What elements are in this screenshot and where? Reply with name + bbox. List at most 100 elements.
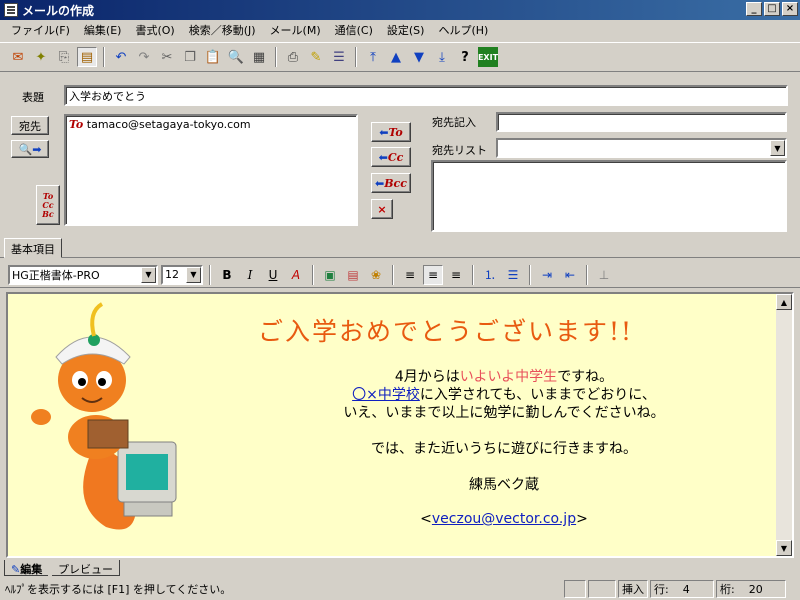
toolbar-separator	[586, 264, 588, 285]
find-icon[interactable]: 🔍	[226, 47, 246, 67]
indent-icon[interactable]: ⇥	[537, 265, 557, 285]
align-right-icon[interactable]: ≡	[446, 265, 466, 285]
exit-icon[interactable]: EXIT	[478, 47, 498, 67]
font-color-icon[interactable]: A	[286, 265, 306, 285]
body-line-4: では、また近いうちに遊びに行きますね。	[371, 441, 637, 457]
address-button[interactable]: 宛先	[11, 116, 49, 135]
bold-icon[interactable]: B	[217, 265, 237, 285]
palette-icon[interactable]: ❀	[366, 265, 386, 285]
outdent-icon[interactable]: ⇤	[560, 265, 580, 285]
title-bar: メールの作成 _ □ ×	[0, 0, 800, 20]
menu-mail[interactable]: メール(M)	[263, 22, 328, 38]
menu-format[interactable]: 書式(O)	[128, 22, 181, 38]
close-button[interactable]: ×	[782, 2, 798, 16]
font-select[interactable]: HG正楷書体-PRO ▼	[8, 264, 158, 285]
to-cc-bcc-switch-icon[interactable]: To Cc Bc	[36, 185, 60, 225]
background-icon[interactable]: ▤	[343, 265, 363, 285]
compose-window-icon	[4, 3, 18, 17]
paste-icon[interactable]: 📋	[203, 47, 223, 67]
tab-edit[interactable]: ✎編集	[4, 560, 49, 576]
row-indicator: 行: 4	[650, 580, 714, 598]
menu-file[interactable]: ファイル(F)	[4, 22, 77, 38]
new-icon[interactable]: ✦	[31, 47, 51, 67]
numbered-list-icon[interactable]: ⒈	[480, 265, 500, 285]
move-bottom-icon[interactable]: ⤓	[432, 47, 452, 67]
delete-recipient-button[interactable]: ×	[371, 199, 393, 219]
scroll-up-icon[interactable]: ▲	[776, 294, 792, 310]
align-left-icon[interactable]: ≡	[400, 265, 420, 285]
highlight-text: いよいよ中学生	[459, 369, 558, 385]
address-entry-input[interactable]	[496, 112, 787, 132]
signature-email-line: <veczou@vector.co.jp>	[420, 511, 588, 527]
toolbar-separator	[472, 264, 474, 285]
print-icon[interactable]: ⎙	[283, 47, 303, 67]
window-title: メールの作成	[22, 3, 95, 18]
address-list-box[interactable]	[431, 160, 787, 232]
redo-icon[interactable]: ↷	[134, 47, 154, 67]
address-book-icon[interactable]: ☰	[329, 47, 349, 67]
horizontal-rule-icon[interactable]: ⊥	[594, 265, 614, 285]
to-marker: To	[69, 118, 84, 131]
greeting-headline: ご入学おめでとうございます!!	[258, 317, 634, 346]
insert-mode-indicator: 挿入	[618, 580, 648, 598]
move-top-icon[interactable]: ⤒	[363, 47, 383, 67]
tab-preview[interactable]: プレビュー	[52, 560, 120, 576]
chevron-down-icon[interactable]: ▼	[186, 266, 201, 283]
move-up-icon[interactable]: ▲	[386, 47, 406, 67]
italic-icon[interactable]: I	[240, 265, 260, 285]
toolbar-separator	[529, 264, 531, 285]
add-cc-button[interactable]: ⬅ Cc	[371, 147, 411, 167]
email-link[interactable]: veczou@vector.co.jp	[432, 511, 576, 527]
school-link[interactable]: 〇×中学校	[352, 387, 420, 403]
menu-search[interactable]: 検索／移動(J)	[182, 22, 263, 38]
menu-comm[interactable]: 通信(C)	[328, 22, 380, 38]
edit-icon: ✎	[11, 563, 21, 576]
body-line-2: 〇×中学校に入学されても、いままでどおりに、	[352, 387, 656, 403]
address-search-icon[interactable]: 🔍➡	[11, 140, 49, 158]
font-size-select[interactable]: 12 ▼	[161, 264, 203, 285]
send-icon[interactable]: ✉	[8, 47, 28, 67]
underline-icon[interactable]: U	[263, 265, 283, 285]
minimize-button[interactable]: _	[746, 2, 762, 16]
column-indicator: 桁: 20	[716, 580, 786, 598]
format-toolbar: HG正楷書体-PRO ▼ 12 ▼ B I U A ▣ ▤ ❀ ≡ ≡ ≡ ⒈ …	[0, 262, 800, 288]
address-list-select[interactable]: ▼	[496, 138, 787, 158]
move-down-icon[interactable]: ▼	[409, 47, 429, 67]
recipient-item[interactable]: To tamaco@setagaya-tokyo.com	[69, 117, 353, 131]
chevron-down-icon[interactable]: ▼	[141, 266, 156, 283]
chevron-down-icon[interactable]: ▼	[770, 140, 785, 156]
add-to-button[interactable]: ⬅ To	[371, 122, 411, 142]
undo-icon[interactable]: ↶	[111, 47, 131, 67]
vertical-scrollbar[interactable]: ▲ ▼	[776, 294, 792, 556]
body-line-3: いえ、いままで以上に勉学に勤しんでくださいね。	[343, 405, 665, 421]
subject-input[interactable]: 入学おめでとう	[64, 85, 788, 106]
maximize-button[interactable]: □	[764, 2, 780, 16]
spell-check-icon[interactable]: ✎	[306, 47, 326, 67]
turban-feather	[90, 302, 104, 337]
header-tabstrip: 基本項目	[0, 236, 800, 258]
address-entry-label: 宛先記入	[432, 116, 476, 129]
status-bar: ﾍﾙﾌﾟを表示するには [F1] を押してください。 挿入 行: 4 桁: 20	[0, 578, 800, 600]
add-bcc-button[interactable]: ⬅ Bcc	[371, 173, 411, 193]
toolbar-separator	[355, 47, 357, 67]
signature: 練馬ベク蔵	[469, 477, 539, 493]
main-toolbar: ✉ ✦ ⎘ ▤ ↶ ↷ ✂ ❐ 📋 🔍 ▦ ⎙ ✎ ☰ ⤒ ▲ ▼ ⤓ ? EX…	[0, 42, 800, 72]
align-center-icon[interactable]: ≡	[423, 264, 443, 285]
toolbar-separator	[103, 47, 105, 67]
cut-icon[interactable]: ✂	[157, 47, 177, 67]
attach-icon[interactable]: ⎘	[54, 47, 74, 67]
help-icon[interactable]: ?	[455, 47, 475, 67]
message-editor[interactable]: ご入学おめでとうございます!! 4月からはいよいよ中学生ですね。 〇×中学校に入…	[6, 292, 794, 558]
template-icon[interactable]: ▤	[77, 47, 97, 67]
bullet-list-icon[interactable]: ☰	[503, 265, 523, 285]
insert-image-icon[interactable]: ▣	[320, 265, 340, 285]
tab-basic[interactable]: 基本項目	[4, 238, 62, 258]
copy-icon[interactable]: ❐	[180, 47, 200, 67]
recipient-list[interactable]: To tamaco@setagaya-tokyo.com	[64, 114, 358, 226]
menu-help[interactable]: ヘルプ(H)	[431, 22, 495, 38]
address-list-label: 宛先リスト	[432, 144, 487, 157]
menu-edit[interactable]: 編集(E)	[77, 22, 129, 38]
scroll-down-icon[interactable]: ▼	[776, 540, 792, 556]
menu-settings[interactable]: 設定(S)	[380, 22, 432, 38]
calculator-icon[interactable]: ▦	[249, 47, 269, 67]
